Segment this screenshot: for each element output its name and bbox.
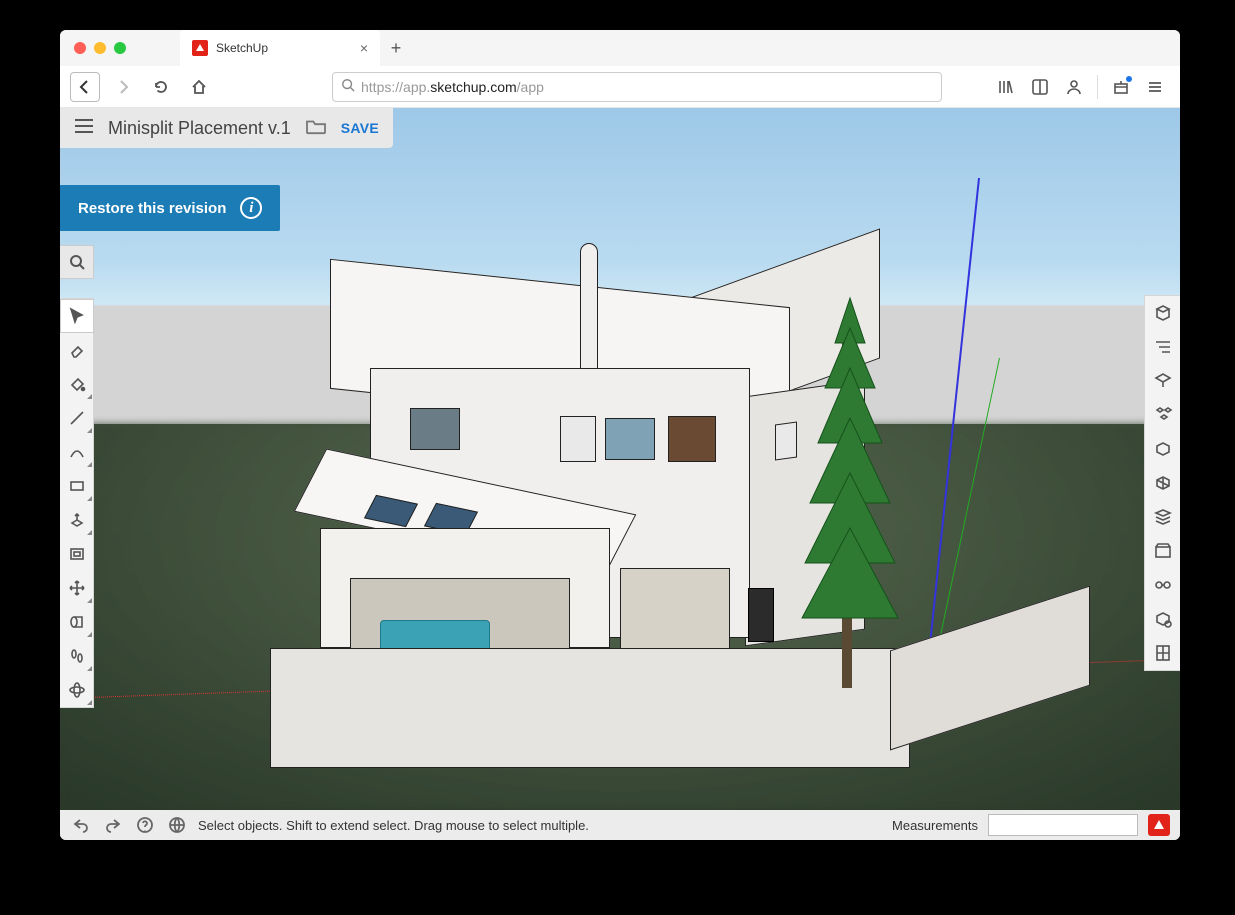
materials-panel[interactable] xyxy=(1145,432,1180,466)
whats-new-button[interactable] xyxy=(1106,72,1136,102)
geo-location-button[interactable] xyxy=(166,814,188,836)
search-tool-button[interactable] xyxy=(60,245,94,279)
window-controls xyxy=(60,30,140,66)
close-window-button[interactable] xyxy=(74,42,86,54)
app-menu-button[interactable] xyxy=(1140,72,1170,102)
document-title: Minisplit Placement v.1 xyxy=(108,118,291,139)
redo-button[interactable] xyxy=(102,814,124,836)
account-button[interactable] xyxy=(1059,72,1089,102)
line-tool[interactable] xyxy=(60,401,94,435)
maximize-window-button[interactable] xyxy=(114,42,126,54)
address-bar[interactable]: https://app.sketchup.com/app xyxy=(332,72,942,102)
tab-title: SketchUp xyxy=(216,41,352,55)
help-button[interactable] xyxy=(134,814,156,836)
reader-button[interactable] xyxy=(1025,72,1055,102)
walk-tool[interactable] xyxy=(60,639,94,673)
browser-window: SketchUp × + https://app.sketchup.com/ap… xyxy=(60,30,1180,840)
browser-toolbar: https://app.sketchup.com/app xyxy=(60,66,1180,108)
notification-dot xyxy=(1126,76,1132,82)
status-hint: Select objects. Shift to extend select. … xyxy=(198,818,589,833)
library-button[interactable] xyxy=(991,72,1021,102)
model-info-panel[interactable] xyxy=(1145,602,1180,636)
3d-warehouse-panel[interactable] xyxy=(1145,636,1180,670)
home-button[interactable] xyxy=(184,72,214,102)
back-button[interactable] xyxy=(70,72,100,102)
rectangle-tool[interactable] xyxy=(60,469,94,503)
measurements-label: Measurements xyxy=(892,818,978,833)
forward-button[interactable] xyxy=(108,72,138,102)
search-icon xyxy=(341,78,355,95)
instructor-panel[interactable] xyxy=(1145,364,1180,398)
house-model[interactable] xyxy=(250,248,810,768)
browser-tab[interactable]: SketchUp × xyxy=(180,30,380,66)
orbit-tool[interactable] xyxy=(60,673,94,707)
minisplit-unit[interactable] xyxy=(748,588,774,642)
right-panel-toolbar xyxy=(1144,295,1180,671)
eraser-tool[interactable] xyxy=(60,333,94,367)
open-folder-button[interactable] xyxy=(305,117,327,140)
info-icon[interactable]: i xyxy=(240,197,262,219)
save-button[interactable]: SAVE xyxy=(341,120,379,136)
titlebar: SketchUp × + xyxy=(60,30,1180,66)
status-bar: Select objects. Shift to extend select. … xyxy=(60,810,1180,840)
sketchup-logo-button[interactable] xyxy=(1148,814,1170,836)
reload-button[interactable] xyxy=(146,72,176,102)
new-tab-button[interactable]: + xyxy=(380,30,412,66)
url-text: https://app.sketchup.com/app xyxy=(361,79,544,95)
entity-info-panel[interactable] xyxy=(1145,296,1180,330)
sketchup-favicon xyxy=(192,40,208,56)
push-pull-tool[interactable] xyxy=(60,503,94,537)
tape-measure-tool[interactable] xyxy=(60,605,94,639)
outliner-panel[interactable] xyxy=(1145,330,1180,364)
minimize-window-button[interactable] xyxy=(94,42,106,54)
scenes-panel[interactable] xyxy=(1145,534,1180,568)
restore-revision-button[interactable]: Restore this revision i xyxy=(60,185,280,231)
layers-panel[interactable] xyxy=(1145,500,1180,534)
close-tab-button[interactable]: × xyxy=(360,40,368,56)
left-toolbar xyxy=(60,298,94,708)
tree-component[interactable] xyxy=(780,288,920,708)
components-panel[interactable] xyxy=(1145,398,1180,432)
undo-button[interactable] xyxy=(70,814,92,836)
main-menu-button[interactable] xyxy=(74,118,94,139)
move-tool[interactable] xyxy=(60,571,94,605)
app-header: Minisplit Placement v.1 SAVE xyxy=(60,108,393,148)
styles-panel[interactable] xyxy=(1145,466,1180,500)
paint-bucket-tool[interactable] xyxy=(60,367,94,401)
arc-tool[interactable] xyxy=(60,435,94,469)
display-panel[interactable] xyxy=(1145,568,1180,602)
select-tool[interactable] xyxy=(60,299,94,333)
offset-tool[interactable] xyxy=(60,537,94,571)
measurements-input[interactable] xyxy=(988,814,1138,836)
restore-revision-label: Restore this revision xyxy=(78,200,226,217)
